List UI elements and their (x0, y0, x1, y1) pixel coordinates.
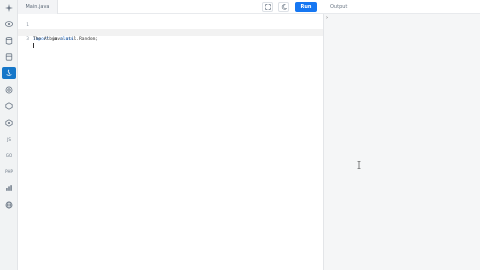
database-alt-icon[interactable] (2, 51, 16, 63)
file-tab-main-java[interactable]: Main.java (18, 0, 58, 14)
code-line-2[interactable]: 2 The Album class: (18, 22, 323, 42)
language-icon[interactable] (2, 84, 16, 96)
settings-icon[interactable] (2, 117, 16, 129)
js-label-text: JS (7, 137, 11, 142)
expand-icon[interactable] (262, 2, 273, 12)
database-icon[interactable] (2, 35, 16, 47)
globe-icon[interactable] (2, 199, 16, 211)
code-text: The Album class: (33, 36, 76, 43)
text-cursor (33, 43, 34, 48)
js-label[interactable]: JS (2, 134, 16, 146)
line-number: 3 (26, 37, 29, 42)
eye-icon[interactable] (2, 18, 16, 30)
code-line-1[interactable]: 1 ▾ import java.util.Random; (18, 15, 323, 42)
chart-icon[interactable] (2, 182, 16, 194)
language-alt-icon[interactable] (2, 100, 16, 112)
output-title: Output (330, 4, 348, 10)
code-editor[interactable]: 1 ▾ import java.util.Random; 2 The Album… (18, 14, 323, 270)
go-label[interactable]: GO (2, 150, 16, 162)
run-button[interactable]: Run (295, 2, 317, 12)
code-token: class (60, 37, 74, 42)
language-sidebar: JS GO PHP (0, 0, 18, 270)
output-panel (324, 14, 480, 270)
chevron-right-icon[interactable]: › (326, 15, 328, 21)
code-line-3[interactable]: 3 (18, 29, 323, 48)
php-label-text: PHP (5, 169, 13, 174)
go-label-text: GO (5, 153, 13, 158)
code-token: : (73, 37, 77, 42)
mouse-ibeam-icon (357, 154, 361, 169)
java-icon[interactable] (2, 67, 16, 79)
editor-toolbar: Main.java Run Output (18, 0, 480, 14)
code-text (33, 43, 34, 50)
php-label[interactable]: PHP (2, 166, 16, 178)
code-token: The Album (33, 37, 61, 42)
plus-crosshair-icon[interactable] (2, 2, 16, 14)
moon-icon[interactable] (278, 2, 289, 12)
